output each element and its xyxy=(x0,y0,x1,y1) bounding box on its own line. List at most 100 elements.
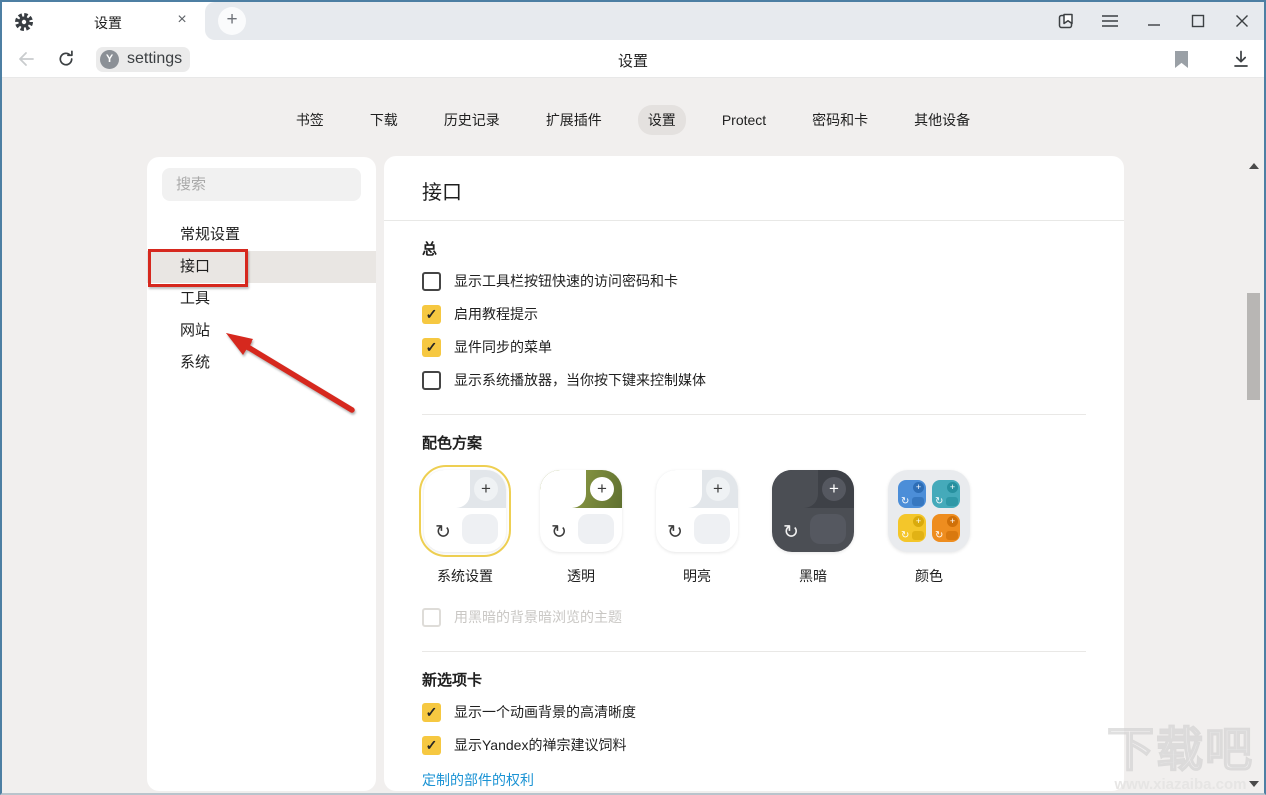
scrollbar-thumb[interactable] xyxy=(1247,293,1260,400)
color-swatch: +↻ xyxy=(898,480,926,508)
new-tab-options: ✓显示一个动画背景的高清晰度✓显示Yandex的禅宗建议饲料 xyxy=(422,701,1086,756)
reload-icon: ↻ xyxy=(935,496,943,507)
nav-tab[interactable]: 设置 xyxy=(638,105,686,135)
section-heading-general: 总 xyxy=(422,238,1086,259)
nav-tab[interactable]: 下载 xyxy=(360,105,408,135)
address-bar: 设置 Y settings xyxy=(2,40,1264,78)
page-chip xyxy=(912,531,924,540)
section-heading-new-tab: 新选项卡 xyxy=(422,669,1086,690)
page-title: 接口 xyxy=(422,176,1086,205)
checkbox-option-disabled: 用黑暗的背景暗浏览的主题 xyxy=(422,606,1086,628)
checkbox-option[interactable]: ✓显件同步的菜单 xyxy=(422,336,1086,358)
tile-page xyxy=(462,514,498,544)
side-panels-icon[interactable] xyxy=(1044,2,1088,40)
nav-tab[interactable]: 历史记录 xyxy=(434,105,510,135)
reload-icon: ↻ xyxy=(783,521,799,544)
theme-option[interactable]: +↻ 明亮 xyxy=(654,465,740,586)
minimize-icon[interactable] xyxy=(1132,2,1176,40)
nav-tab[interactable]: 密码和卡 xyxy=(802,105,878,135)
page-chip xyxy=(946,531,958,540)
tile-page xyxy=(578,514,614,544)
theme-label: 明亮 xyxy=(683,566,711,586)
site-identity-badge[interactable]: Y settings xyxy=(96,47,190,72)
settings-link[interactable]: 定制的部件的权利 xyxy=(422,770,1086,790)
tile-tab xyxy=(424,470,470,508)
plus-icon: + xyxy=(947,516,958,527)
checkbox[interactable] xyxy=(422,272,441,291)
color-swatch: +↻ xyxy=(932,514,960,542)
theme-tile-preview[interactable]: +↻ xyxy=(656,470,738,552)
tile-page xyxy=(694,514,730,544)
url-text: settings xyxy=(127,50,182,68)
general-options: 显示工具栏按钮快速的访问密码和卡 ✓ 启用教程提示 ✓显件同步的菜单显示系统播放器，当… xyxy=(422,270,1086,391)
checkbox-label: 显示工具栏按钮快速的访问密码和卡 xyxy=(454,271,678,291)
plus-icon: + xyxy=(913,516,924,527)
browser-window: 设置 × + xyxy=(0,0,1266,795)
download-icon[interactable] xyxy=(1231,49,1251,69)
checkbox-option[interactable]: ✓ 显示Yandex的禅宗建议饲料 xyxy=(422,734,1086,756)
browser-tab-settings[interactable]: 设置 × xyxy=(64,2,205,40)
theme-label: 透明 xyxy=(567,566,595,586)
reload-icon[interactable] xyxy=(56,49,76,69)
checkbox-option[interactable]: ✓ 启用教程提示 xyxy=(422,303,1086,325)
close-icon[interactable] xyxy=(1220,2,1264,40)
sidebar-item[interactable]: 工具 xyxy=(147,283,376,315)
gear-icon[interactable] xyxy=(13,11,35,33)
reload-icon: ↻ xyxy=(551,521,567,544)
plus-icon: + xyxy=(474,477,498,501)
checkbox[interactable]: ✓ xyxy=(422,703,441,722)
scrollbar-down-icon[interactable] xyxy=(1249,781,1259,787)
checkbox[interactable]: ✓ xyxy=(422,305,441,324)
color-swatch: +↻ xyxy=(932,480,960,508)
scrollbar[interactable] xyxy=(1246,157,1262,791)
plus-icon: + xyxy=(590,477,614,501)
tile-page xyxy=(810,514,846,544)
page-chip xyxy=(912,497,924,506)
checkbox-label: 显示Yandex的禅宗建议饲料 xyxy=(454,735,626,755)
checkbox-option[interactable]: 显示工具栏按钮快速的访问密码和卡 xyxy=(422,270,1086,292)
checkbox-option[interactable]: 显示系统播放器，当你按下键来控制媒体 xyxy=(422,369,1086,391)
nav-tab[interactable]: Protect xyxy=(712,107,776,133)
section-divider xyxy=(422,414,1086,415)
window-controls xyxy=(1044,2,1264,40)
theme-label: 黑暗 xyxy=(799,566,827,586)
theme-label: 系统设置 xyxy=(437,566,493,586)
theme-tile-preview[interactable]: +↻ xyxy=(540,470,622,552)
theme-option[interactable]: +↻+↻+↻+↻颜色 xyxy=(886,465,972,586)
theme-tile-preview[interactable]: +↻ xyxy=(772,470,854,552)
checkbox[interactable]: ✓ xyxy=(422,338,441,357)
theme-option[interactable]: +↻ 系统设置 xyxy=(422,465,508,586)
search-input[interactable] xyxy=(162,168,361,201)
back-icon[interactable] xyxy=(16,49,36,69)
checkbox[interactable]: ✓ xyxy=(422,736,441,755)
theme-option[interactable]: +↻ 黑暗 xyxy=(770,465,856,586)
settings-nav-tabs: 书签下载历史记录扩展插件设置 Protect 密码和卡其他设备 xyxy=(2,105,1264,135)
address-bar-page-title: 设置 xyxy=(2,50,1264,71)
plus-icon: + xyxy=(706,477,730,501)
theme-tile-preview[interactable]: +↻+↻+↻+↻ xyxy=(888,470,970,552)
checkbox-option[interactable]: ✓显示一个动画背景的高清晰度 xyxy=(422,701,1086,723)
theme-tile-preview[interactable]: +↻ xyxy=(424,470,506,552)
theme-label: 颜色 xyxy=(915,566,943,586)
nav-tab[interactable]: 其他设备 xyxy=(904,105,980,135)
tile-tab xyxy=(772,470,818,508)
annotation-arrow xyxy=(202,317,372,427)
theme-list: +↻系统设置+↻透明+↻明亮+↻黑暗+↻+↻+↻+↻颜色 xyxy=(422,465,1086,586)
site-icon: Y xyxy=(100,50,119,69)
scrollbar-up-icon[interactable] xyxy=(1249,163,1259,169)
maximize-icon[interactable] xyxy=(1176,2,1220,40)
reload-icon: ↻ xyxy=(935,530,943,541)
new-tab-button[interactable]: + xyxy=(218,7,246,35)
checkbox-label: 启用教程提示 xyxy=(454,304,538,324)
menu-icon[interactable] xyxy=(1088,2,1132,40)
nav-tab[interactable]: 扩展插件 xyxy=(536,105,612,135)
nav-tab[interactable]: 书签 xyxy=(286,105,334,135)
tile-tab xyxy=(540,470,586,508)
theme-option[interactable]: +↻透明 xyxy=(538,465,624,586)
section-heading-color-scheme: 配色方案 xyxy=(422,432,1086,453)
checkbox[interactable] xyxy=(422,371,441,390)
annotation-highlight-rect xyxy=(148,249,248,287)
checkbox-label: 用黑暗的背景暗浏览的主题 xyxy=(454,607,622,627)
tab-close-icon[interactable]: × xyxy=(173,11,191,29)
sidebar-item[interactable]: 常规设置 xyxy=(147,219,376,251)
